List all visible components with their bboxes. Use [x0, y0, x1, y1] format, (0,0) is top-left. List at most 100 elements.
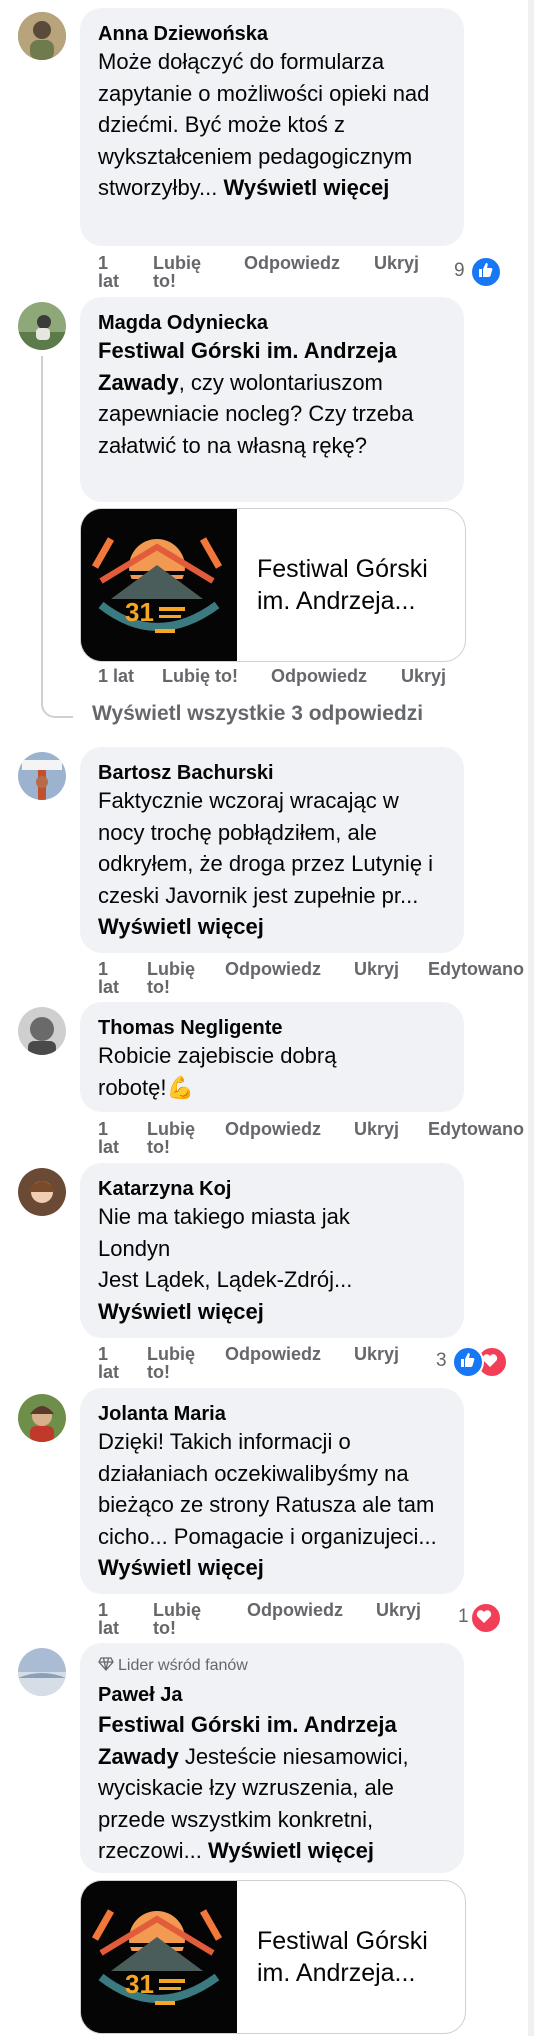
comment-author[interactable]: Magda Odyniecka	[98, 311, 268, 335]
avatar[interactable]	[18, 12, 66, 60]
see-more-link[interactable]: Wyświetl więcej	[98, 1296, 398, 1328]
scrollbar[interactable]	[528, 0, 534, 2036]
flexed-biceps-emoji: 💪	[166, 1074, 194, 1100]
badge-label: Lider wśród fanów	[118, 1657, 248, 1674]
avatar-photo-icon	[18, 302, 66, 350]
timestamp[interactable]: 1 lat	[98, 1345, 126, 1381]
avatar-photo-icon	[18, 1648, 66, 1696]
avatar[interactable]	[18, 1007, 66, 1055]
reply-button[interactable]: Odpowiedz	[225, 1120, 321, 1139]
see-more-link[interactable]: Wyświetl więcej	[98, 914, 264, 939]
like-button[interactable]: Lubię to!	[147, 1120, 207, 1156]
comment-author[interactable]: Anna Dziewońska	[98, 22, 268, 46]
festival-logo-thumbnail: 31	[81, 1881, 237, 2033]
avatar[interactable]	[18, 1648, 66, 1696]
link-preview-card[interactable]: 31 Festiwal Górski im. Andrzeja...	[80, 1880, 466, 2034]
comment-author[interactable]: Bartosz Bachurski	[98, 761, 274, 785]
see-more-link[interactable]: Wyświetl więcej	[208, 1838, 374, 1863]
avatar-photo-icon	[18, 1394, 66, 1442]
comment-bubble: Thomas Negligente Robicie zajebiscie dob…	[80, 1002, 464, 1112]
reaction-summary[interactable]: 1	[458, 1602, 528, 1634]
reaction-summary[interactable]: 3	[436, 1346, 526, 1378]
reply-button[interactable]: Odpowiedz	[247, 1601, 343, 1620]
festival-logo-icon: 31	[81, 509, 237, 661]
comment-text: Dzięki! Takich informacji o działaniach …	[98, 1426, 458, 1584]
comment-bubble: Paweł Ja Festiwal Górski im. Andrzeja Za…	[80, 1643, 464, 1873]
comment-bubble: Magda Odyniecka Festiwal Górski im. Andr…	[80, 297, 464, 502]
avatar[interactable]	[18, 752, 66, 800]
comment-text: Festiwal Górski im. Andrzeja Zawady, czy…	[98, 335, 428, 461]
comment-body-line: Nie ma takiego miasta jak Londyn	[98, 1204, 350, 1261]
reaction-count: 3	[436, 1350, 447, 1371]
hide-button[interactable]: Ukryj	[401, 667, 446, 686]
hide-button[interactable]: Ukryj	[354, 960, 399, 979]
timestamp[interactable]: 1 lat	[98, 1601, 126, 1637]
avatar[interactable]	[18, 1168, 66, 1216]
reply-button[interactable]: Odpowiedz	[244, 254, 340, 273]
diamond-icon	[98, 1657, 114, 1671]
like-icon	[470, 256, 502, 288]
reply-button[interactable]: Odpowiedz	[271, 667, 367, 686]
comment-author[interactable]: Katarzyna Koj	[98, 1177, 231, 1201]
like-button[interactable]: Lubię to!	[147, 960, 207, 996]
comment-actions: 1 lat Lubię to! Odpowiedz Ukryj	[98, 667, 478, 689]
avatar[interactable]	[18, 302, 66, 350]
like-button[interactable]: Lubię to!	[147, 1345, 207, 1381]
avatar[interactable]	[18, 1394, 66, 1442]
comment-body: Robicie zajebiscie dobrą robotę!	[98, 1043, 337, 1100]
comment-body: Faktycznie wczoraj wracając w nocy troch…	[98, 788, 434, 908]
svg-text:31: 31	[125, 1969, 154, 1999]
see-more-link[interactable]: Wyświetl więcej	[98, 1555, 264, 1580]
avatar-photo-icon	[18, 12, 66, 60]
like-button[interactable]: Lubię to!	[162, 667, 238, 686]
avatar-photo-icon	[18, 752, 66, 800]
timestamp[interactable]: 1 lat	[98, 1120, 126, 1156]
like-button[interactable]: Lubię to!	[153, 254, 213, 290]
reaction-count: 9	[454, 260, 465, 281]
link-card-title: Festiwal Górski im. Andrzeja...	[257, 1927, 428, 1987]
svg-text:31: 31	[125, 597, 154, 627]
hide-button[interactable]: Ukryj	[374, 254, 419, 273]
top-fan-badge[interactable]: Lider wśród fanów	[98, 1656, 248, 1675]
link-card-title: Festiwal Górski im. Andrzeja...	[257, 555, 428, 615]
see-all-replies-link[interactable]: Wyświetl wszystkie 3 odpowiedzi	[92, 702, 423, 726]
reply-button[interactable]: Odpowiedz	[225, 960, 321, 979]
comment-actions: 1 lat Lubię to! Odpowiedz Ukryj	[98, 1601, 478, 1641]
timestamp[interactable]: 1 lat	[98, 667, 134, 686]
comment-bubble: Jolanta Maria Dzięki! Takich informacji …	[80, 1388, 464, 1594]
reaction-count: 1	[458, 1606, 469, 1627]
comment-actions: 1 lat Lubię to! Odpowiedz Ukryj	[98, 1345, 478, 1385]
like-button[interactable]: Lubię to!	[153, 1601, 213, 1637]
link-preview-card[interactable]: 31 Festiwal Górski im. Andrzeja...	[80, 508, 466, 662]
comment-bubble: Bartosz Bachurski Faktycznie wczoraj wra…	[80, 747, 464, 953]
comment-author[interactable]: Thomas Negligente	[98, 1016, 282, 1040]
comment-body: Dzięki! Takich informacji o działaniach …	[98, 1429, 437, 1549]
comment-author[interactable]: Jolanta Maria	[98, 1402, 226, 1426]
edited-label[interactable]: Edytowano	[428, 1120, 524, 1139]
reply-button[interactable]: Odpowiedz	[225, 1345, 321, 1364]
festival-logo-icon: 31	[81, 1881, 237, 2033]
timestamp[interactable]: 1 lat	[98, 960, 126, 996]
reaction-summary[interactable]: 9	[454, 256, 524, 288]
comment-body-line: Jest Lądek, Lądek-Zdrój...	[98, 1267, 353, 1292]
like-icon	[452, 1346, 484, 1378]
comment-text: Faktycznie wczoraj wracając w nocy troch…	[98, 785, 438, 943]
comment-bubble: Anna Dziewońska Może dołączyć do formula…	[80, 8, 464, 246]
comment-actions: 1 lat Lubię to! Odpowiedz Ukryj Edytowan…	[98, 960, 534, 1000]
comment-text: Festiwal Górski im. Andrzeja Zawady Jest…	[98, 1709, 448, 1867]
avatar-photo-icon	[18, 1168, 66, 1216]
festival-logo-thumbnail: 31	[81, 509, 237, 661]
comment-actions: 1 lat Lubię to! Odpowiedz Ukryj Edytowan…	[98, 1120, 534, 1160]
edited-label[interactable]: Edytowano	[428, 960, 524, 979]
comment-text: Może dołączyć do formularza zapytanie o …	[98, 46, 438, 204]
hide-button[interactable]: Ukryj	[376, 1601, 421, 1620]
see-more-link[interactable]: Wyświetl więcej	[224, 175, 390, 200]
timestamp[interactable]: 1 lat	[98, 254, 126, 290]
love-icon	[470, 1602, 502, 1634]
comment-actions: 1 lat Lubię to! Odpowiedz Ukryj	[98, 254, 478, 294]
comment-bubble: Katarzyna Koj Nie ma takiego miasta jak …	[80, 1163, 464, 1338]
avatar-photo-icon	[18, 1007, 66, 1055]
comment-author[interactable]: Paweł Ja	[98, 1683, 183, 1707]
hide-button[interactable]: Ukryj	[354, 1345, 399, 1364]
hide-button[interactable]: Ukryj	[354, 1120, 399, 1139]
